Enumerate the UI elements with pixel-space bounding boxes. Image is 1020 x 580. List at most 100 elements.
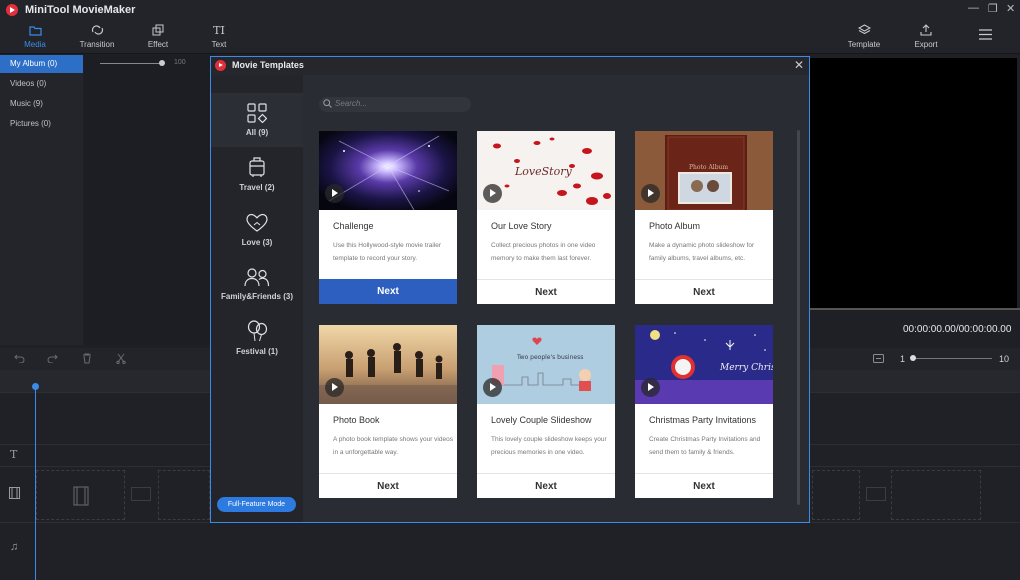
template-gallery: Search... Challenge Use this Hollywood-s… [303,75,809,522]
redo-icon[interactable] [47,353,58,366]
category-family-friends[interactable]: Family&Friends (3) [211,257,303,311]
album-item-music[interactable]: Music (9) [0,95,83,113]
media-gallery: 100 [84,55,214,345]
suitcase-icon [211,156,303,178]
template-title: Lovely Couple Slideshow [491,415,592,425]
category-travel[interactable]: Travel (2) [211,148,303,202]
category-festival[interactable]: Festival (1) [211,312,303,366]
preview-progress-bar[interactable] [810,308,1020,310]
close-button[interactable]: ✕ [1006,2,1015,15]
category-family-friends-count: (3) [283,292,294,301]
category-all[interactable]: All (9) [211,93,303,147]
template-description: Collect precious photos in one video mem… [491,242,596,262]
hearts-icon [211,211,303,233]
category-family-friends-label: Family&Friends [220,292,281,301]
play-preview-icon[interactable] [325,184,344,203]
album-sidebar: My Album (0) Videos (0) Music (9) Pictur… [0,55,83,345]
media-tab[interactable]: Media [5,23,65,49]
transition-slot-icon[interactable] [131,487,151,501]
effect-tab[interactable]: Effect [128,23,188,49]
app-logo-icon [6,4,18,16]
template-description: This lovely couple slideshow keeps your … [491,436,607,456]
gallery-scrollbar[interactable] [797,130,800,505]
dialog-header: Movie Templates ✕ [211,57,809,75]
category-all-label: All [245,128,257,137]
play-preview-icon[interactable] [325,378,344,397]
template-title: Photo Album [649,221,701,231]
play-preview-icon[interactable] [641,184,660,203]
album-item-my-album[interactable]: My Album (0) [0,55,83,73]
next-button[interactable]: Next [319,473,457,498]
export-button[interactable]: Export [896,23,956,49]
transition-slot-icon[interactable] [866,487,886,501]
template-description: A photo book template shows your videos … [333,436,453,456]
dialog-logo-icon [215,60,226,71]
people-icon [211,265,303,287]
movie-templates-dialog: Movie Templates ✕ All (9) Travel (2) Lov… [210,56,810,523]
category-love[interactable]: Love (3) [211,203,303,257]
template-card-our-love-story[interactable]: LoveStory Our Love Story Collect preciou… [477,131,615,304]
next-button[interactable]: Next [319,279,457,304]
play-preview-icon[interactable] [641,378,660,397]
video-track-icon [9,487,20,502]
split-icon[interactable] [116,353,126,367]
video-preview [810,58,1017,308]
fit-timeline-icon[interactable] [873,354,884,366]
template-card-photo-book[interactable]: Photo Book A photo book template shows y… [319,325,457,498]
clip-slot[interactable] [158,470,210,520]
play-preview-icon[interactable] [483,184,502,203]
text-track-icon: T [10,448,18,461]
clip-slot[interactable] [891,470,981,520]
template-card-photo-album[interactable]: Photo Album Photo Album Make a dynamic p… [635,131,773,304]
clip-slot[interactable] [36,470,125,520]
layers-icon [834,23,894,37]
maximize-button[interactable]: ❐ [988,2,998,15]
transition-tab-label: Transition [79,40,115,49]
template-title: Christmas Party Invitations [649,415,757,425]
template-button[interactable]: Template [834,23,894,49]
next-button[interactable]: Next [635,473,773,498]
template-title: Photo Book [333,415,380,425]
effect-tab-label: Effect [147,40,169,49]
export-button-label: Export [914,40,938,49]
search-icon [323,99,332,111]
clip-slot[interactable] [812,470,860,520]
category-travel-label: Travel [239,183,263,192]
zoom-max-label: 10 [999,354,1010,364]
next-button[interactable]: Next [635,279,773,304]
thumbnail-size-value: 100 [174,59,186,66]
template-search-input[interactable]: Search... [319,97,471,112]
thumbnail-size-slider[interactable] [100,63,160,64]
undo-icon[interactable] [14,353,25,366]
timeline-playhead-handle[interactable] [32,383,39,390]
full-feature-mode-button[interactable]: Full-Feature Mode [217,497,296,512]
album-item-videos[interactable]: Videos (0) [0,75,83,93]
album-item-pictures[interactable]: Pictures (0) [0,115,83,133]
dialog-close-button[interactable]: ✕ [794,58,804,72]
text-tab[interactable]: TI Text [189,23,249,50]
music-track[interactable]: ♫ [0,522,1020,580]
template-description: Use this Hollywood-style movie trailer t… [333,242,442,262]
play-preview-icon[interactable] [483,378,502,397]
text-icon: TI [213,23,225,37]
next-button[interactable]: Next [477,279,615,304]
timeline-zoom-slider[interactable] [912,358,992,359]
template-card-christmas-party[interactable]: Merry Christmas Christmas Party Invitati… [635,325,773,498]
timeline-playhead[interactable] [35,385,36,580]
category-sidebar: All (9) Travel (2) Love (3) Family&Frien… [211,75,303,522]
delete-icon[interactable] [82,353,92,367]
film-placeholder-icon [73,486,89,509]
template-card-challenge[interactable]: Challenge Use this Hollywood-style movie… [319,131,457,304]
template-card-lovely-couple[interactable]: Two people's business Lovely Couple Slid… [477,325,615,498]
music-track-icon: ♫ [10,541,19,553]
menu-icon[interactable] [979,29,992,43]
christmas-thumb-text: Merry Christmas [719,363,773,373]
transition-tab[interactable]: Transition [67,23,127,49]
photo-album-thumb-text: Photo Album [689,164,728,171]
app-window: MiniTool MovieMaker — ❐ ✕ Media Transiti… [0,0,1020,580]
timeline-zoom-handle[interactable] [910,355,916,361]
thumbnail-size-slider-handle[interactable] [159,60,165,66]
main-toolbar: Media Transition Effect TI Text Template [0,20,1020,54]
next-button[interactable]: Next [477,473,615,498]
minimize-button[interactable]: — [968,2,979,14]
